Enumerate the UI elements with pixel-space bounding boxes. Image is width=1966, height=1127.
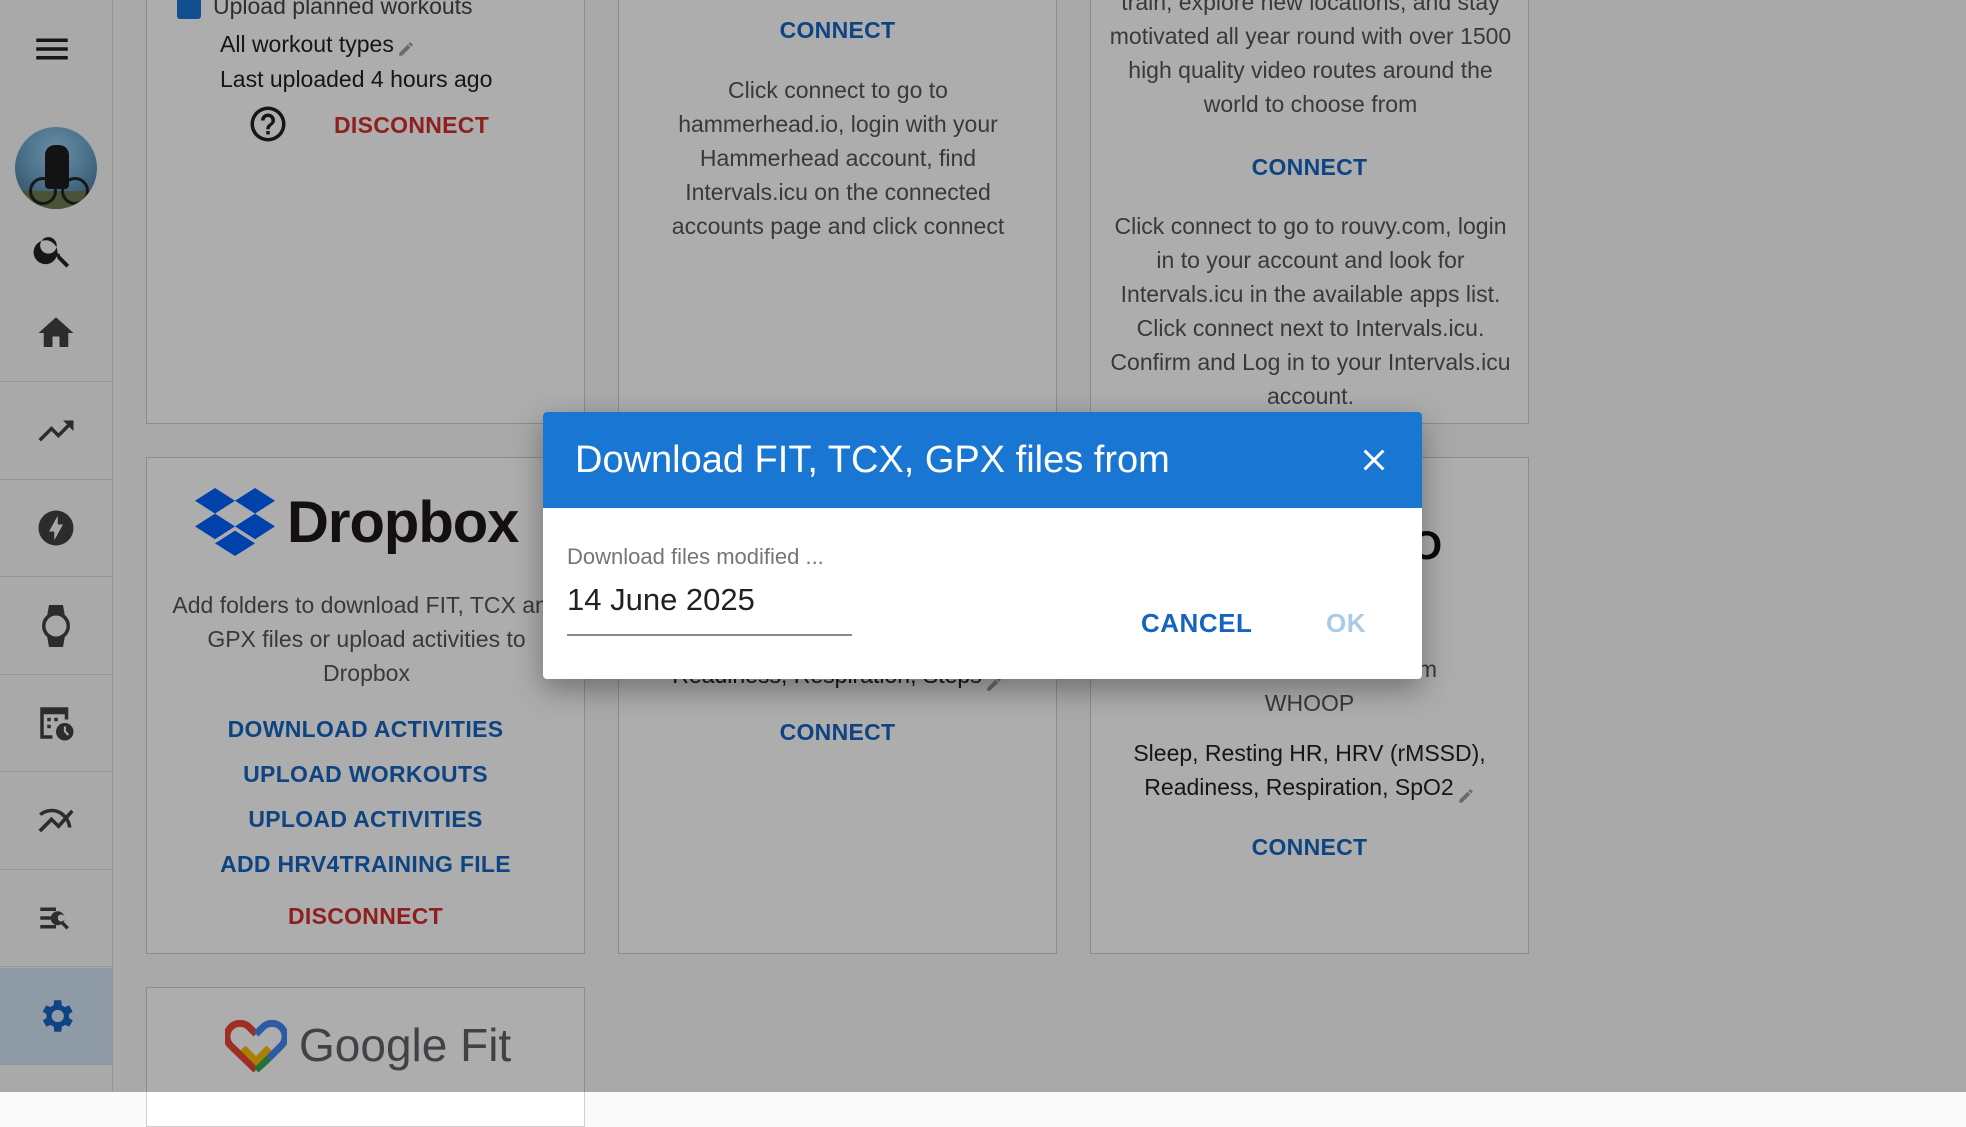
date-field[interactable]: 14 June 2025 bbox=[567, 582, 755, 618]
date-field-label: Download files modified ... bbox=[567, 544, 824, 569]
ok-button[interactable]: OK bbox=[1326, 608, 1366, 639]
dialog-header: Download FIT, TCX, GPX files from bbox=[543, 412, 1422, 508]
download-dialog: Download FIT, TCX, GPX files from Downlo… bbox=[543, 412, 1422, 679]
close-icon[interactable] bbox=[1350, 436, 1398, 484]
cancel-button[interactable]: CANCEL bbox=[1141, 608, 1252, 639]
dialog-title: Download FIT, TCX, GPX files from bbox=[575, 439, 1170, 481]
date-field-underline bbox=[567, 634, 852, 636]
